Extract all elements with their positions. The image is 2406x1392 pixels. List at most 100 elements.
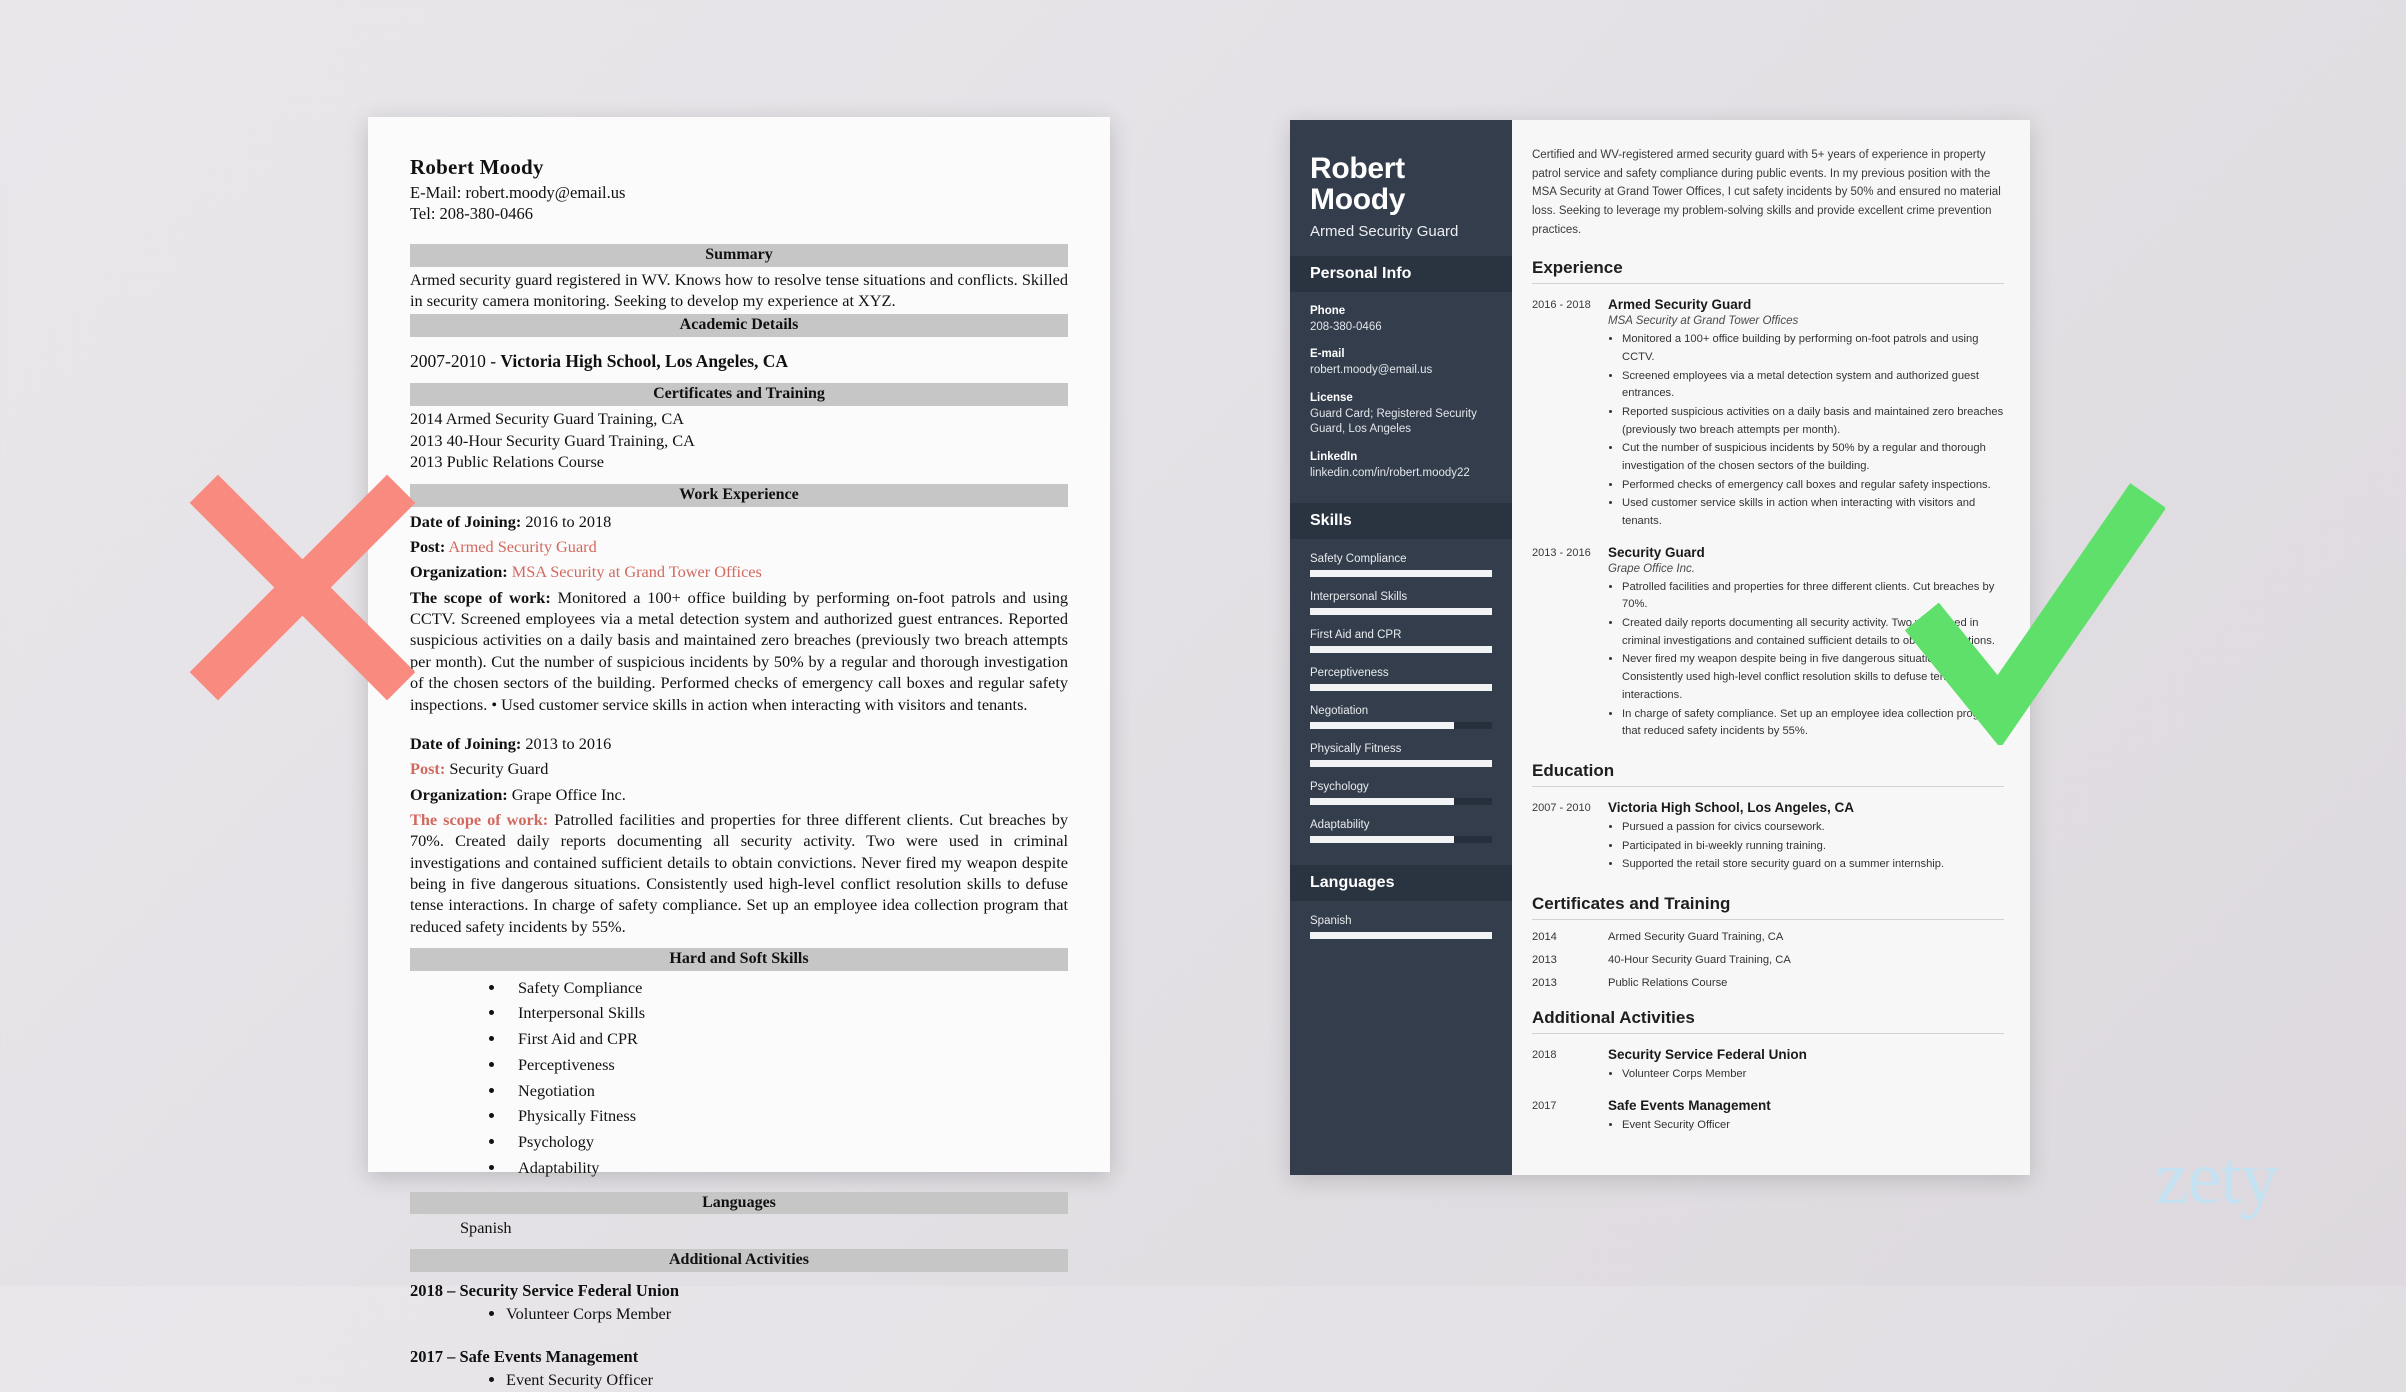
bad-job-date-label: Date of Joining: — [410, 733, 522, 753]
list-item: Psychology — [506, 1129, 1068, 1155]
list-item: First Aid and CPR — [506, 1026, 1068, 1052]
bad-section-heading-summary: Summary — [410, 244, 1068, 268]
bad-job-date-value: 2016 to 2018 — [521, 511, 612, 531]
bad-section-heading-certificates: Certificates and Training — [410, 383, 1068, 406]
bad-section-heading-activities: Additional Activities — [410, 1249, 1068, 1273]
bad-job-scope-label: The scope of work: — [410, 587, 551, 607]
experience-organization: Grape Office Inc. — [1608, 562, 1695, 575]
bad-academic-school: Victoria High School, Los Angeles, CA — [500, 351, 789, 372]
activity-title: Safe Events Management — [1608, 1097, 1771, 1113]
list-item: Physically Fitness — [506, 1103, 1068, 1129]
experience-entry: 2013 - 2016 Security Guard Grape Office … — [1532, 545, 2004, 742]
bad-job-post-label: Post: — [410, 759, 446, 779]
bad-activity-title: 2018 – Security Service Federal Union — [410, 1281, 679, 1301]
bad-job-scope-label: The scope of work: — [410, 809, 549, 829]
education-bullets: Pursued a passion for civics coursework.… — [1608, 819, 2004, 874]
list-item: Participated in bi-weekly running traini… — [1622, 838, 2004, 856]
skill-bar-fill — [1310, 646, 1492, 654]
bad-certificates-list: 2014 Armed Security Guard Training, CA 2… — [410, 408, 1068, 473]
list-item: Adaptability — [506, 1155, 1068, 1181]
field-value-license: Guard Card; Registered Security Guard, L… — [1310, 407, 1477, 436]
skill-label: Perceptiveness — [1310, 667, 1389, 680]
list-item: Performed checks of emergency call boxes… — [1622, 477, 2004, 495]
experience-dates: 2013 - 2016 — [1532, 546, 1591, 559]
list-item: Volunteer Corps Member — [1622, 1066, 2004, 1084]
bad-section-heading-skills: Hard and Soft Skills — [410, 947, 1068, 971]
skill-bar-track — [1310, 570, 1492, 578]
list-item: In charge of safety compliance. Set up a… — [1622, 706, 2004, 741]
bad-job-date-value: 2013 to 2016 — [521, 733, 612, 753]
skill-label: First Aid and CPR — [1310, 629, 1402, 642]
good-section-heading-experience: Experience — [1532, 258, 2004, 285]
list-item: Safety Compliance — [506, 975, 1068, 1001]
skill-bar-fill — [1310, 836, 1454, 844]
bad-job-date-label: Date of Joining: — [410, 511, 522, 531]
bad-certificate-item: 2013 Public Relations Course — [410, 452, 605, 472]
certificate-year: 2013 — [1532, 953, 1557, 966]
skill-bar-fill — [1310, 760, 1492, 768]
list-item: Created daily reports documenting all se… — [1622, 615, 2004, 650]
activity-entry: 2018 Security Service Federal Union Volu… — [1532, 1047, 2004, 1085]
bad-resume-document: Robert Moody E-Mail: robert.moody@email.… — [368, 117, 1110, 1389]
bad-certificate-item: 2014 Armed Security Guard Training, CA — [410, 408, 685, 428]
activity-bullets: Event Security Officer — [1608, 1117, 2004, 1135]
list-item: Never fired my weapon despite being in f… — [1622, 651, 2004, 704]
good-section-heading-certificates: Certificates and Training — [1532, 894, 2004, 920]
bad-job-post-value: Armed Security Guard — [445, 537, 597, 557]
bad-section-heading-academic: Academic Details — [410, 314, 1068, 338]
languages-bars: Spanish — [1290, 915, 1512, 940]
list-item: Patrolled facilities and properties for … — [1622, 579, 2004, 614]
field-value-linkedin: linkedin.com/in/robert.moody22 — [1310, 466, 1470, 479]
language-bar-track — [1310, 932, 1492, 940]
bad-activity-entry: 2017 – Safe Events Management Event Secu… — [410, 1347, 1068, 1392]
field-label-license: License — [1310, 391, 1353, 404]
language-bar-fill — [1310, 932, 1492, 940]
bad-academic-years: 2007-2010 - — [410, 351, 501, 372]
skill-bar-fill — [1310, 684, 1492, 692]
experience-dates: 2016 - 2018 — [1532, 299, 1591, 312]
skill-label: Safety Compliance — [1310, 553, 1407, 566]
skill-entry: Physically Fitness — [1310, 743, 1492, 768]
zety-logo: zety — [2155, 1136, 2279, 1220]
bad-job-post-value: Security Guard — [445, 759, 549, 779]
list-item: Volunteer Corps Member — [506, 1302, 1068, 1326]
good-section-heading-activities: Additional Activities — [1532, 1008, 2004, 1034]
field-label-email: E-mail — [1310, 348, 1345, 361]
list-item: Event Security Officer — [506, 1368, 1068, 1392]
bad-section-heading-work: Work Experience — [410, 483, 1068, 507]
field-label-linkedin: LinkedIn — [1310, 450, 1358, 463]
list-item: Monitored a 100+ office building by perf… — [1622, 331, 2004, 366]
list-item: Pursued a passion for civics coursework. — [1622, 819, 2004, 837]
list-item: Event Security Officer — [1622, 1117, 2004, 1135]
certificate-entry: 2013 40-Hour Security Guard Training, CA — [1532, 954, 2004, 966]
skill-bar-track — [1310, 646, 1492, 654]
skill-bar-track — [1310, 684, 1492, 692]
activity-year: 2018 — [1532, 1048, 1557, 1061]
skill-entry: Psychology — [1310, 781, 1492, 806]
bad-activity-bullets: Volunteer Corps Member — [410, 1302, 1068, 1326]
skill-entry: Interpersonal Skills — [1310, 591, 1492, 616]
skill-label: Interpersonal Skills — [1310, 591, 1408, 604]
certificate-entry: 2014 Armed Security Guard Training, CA — [1532, 931, 2004, 943]
bad-resume-email: E-Mail: robert.moody@email.us — [410, 183, 626, 202]
bad-activity-title: 2017 – Safe Events Management — [410, 1346, 639, 1366]
good-resume-name: Robert Moody — [1290, 120, 1512, 216]
experience-bullets: Monitored a 100+ office building by perf… — [1608, 331, 2004, 531]
education-title: Victoria High School, Los Angeles, CA — [1608, 799, 1855, 815]
good-resume-name-line1: Robert — [1310, 152, 1405, 185]
bad-job-org-value: MSA Security at Grand Tower Offices — [507, 562, 762, 582]
good-resume-document: Robert Moody Armed Security Guard Person… — [1290, 120, 2030, 1175]
skill-entry: Negotiation — [1310, 705, 1492, 730]
good-summary-text: Certified and WV-registered armed securi… — [1532, 149, 2001, 236]
skill-bar-track — [1310, 836, 1492, 844]
bad-academic-entry: 2007-2010 - Victoria High School, Los An… — [410, 351, 1068, 372]
sidebar-heading-personal-info: Personal Info — [1290, 255, 1512, 292]
activity-title: Security Service Federal Union — [1608, 1046, 1807, 1062]
skill-bar-track — [1310, 608, 1492, 616]
bad-job-entry: Date of Joining: 2016 to 2018 Post: Arme… — [410, 511, 1068, 715]
skill-bar-fill — [1310, 608, 1492, 616]
experience-title: Armed Security Guard — [1608, 297, 1752, 313]
certificate-year: 2013 — [1532, 976, 1557, 989]
